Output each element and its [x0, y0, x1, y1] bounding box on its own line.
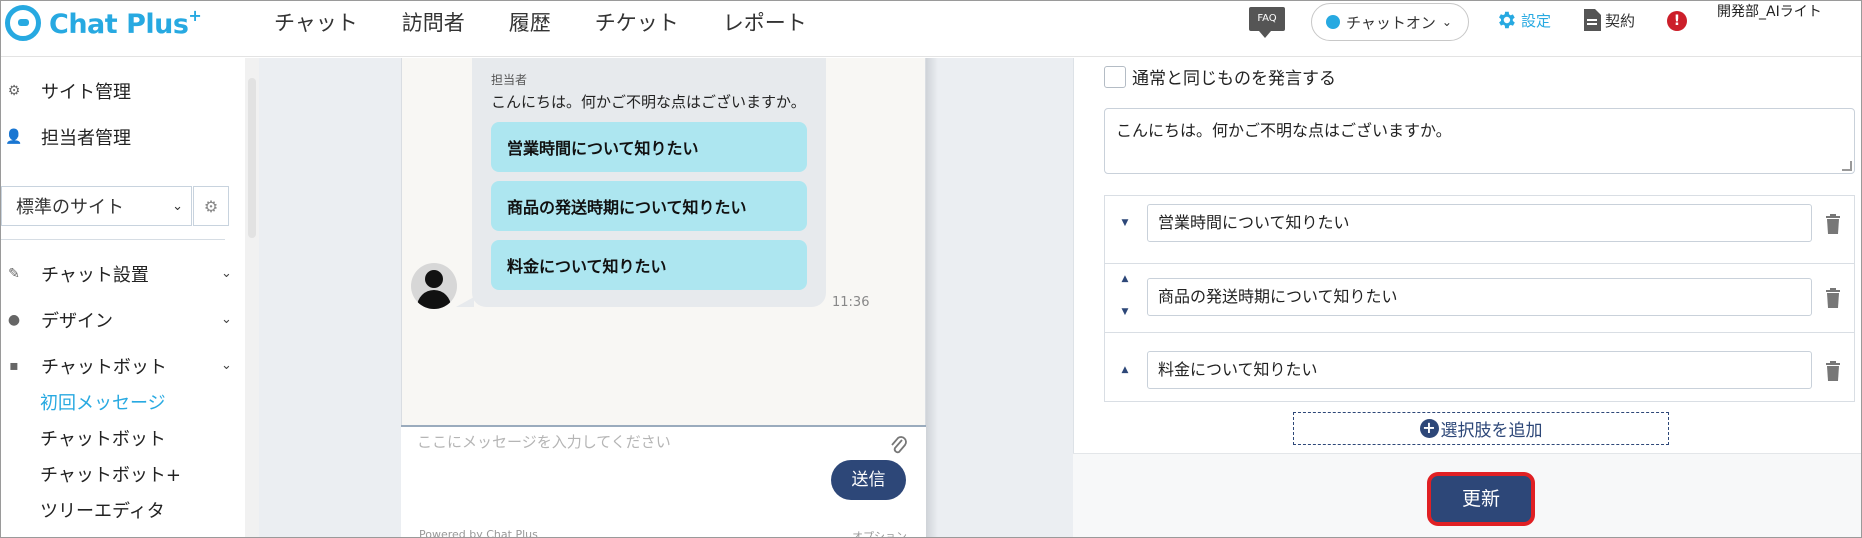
- chevron-down-icon: ⌄: [172, 198, 183, 214]
- resize-handle-icon[interactable]: [1842, 161, 1852, 171]
- sidebar-item-site-management[interactable]: ⚙ サイト管理: [1, 78, 131, 104]
- chevron-down-icon[interactable]: ⌄: [221, 358, 232, 373]
- sidebar-item-label: チャット設置: [41, 265, 149, 286]
- site-select[interactable]: 標準のサイト ⌄: [1, 186, 192, 226]
- nav-item-history[interactable]: 履歴: [509, 7, 551, 37]
- sidebar-subitem-first-message[interactable]: 初回メッセージ: [40, 389, 166, 415]
- first-message-text: こんにちは。何かご不明な点はございますか。: [1116, 121, 1452, 140]
- sidebar-item-label: チャットボット: [41, 357, 167, 378]
- choice-input[interactable]: 料金について知りたい: [1147, 351, 1812, 389]
- preview-shadow: [926, 58, 938, 537]
- powered-by-text: Powered by Chat Plus: [419, 528, 538, 538]
- sidebar-scrollbar[interactable]: [245, 58, 259, 537]
- settings-label: 設定: [1521, 11, 1552, 30]
- first-message-textarea[interactable]: こんにちは。何かご不明な点はございますか。: [1104, 108, 1855, 174]
- tools-icon: ✎: [8, 266, 20, 282]
- preview-choice-button[interactable]: 営業時間について知りたい: [491, 122, 807, 172]
- chat-plus-logo-icon: [5, 5, 41, 41]
- main-nav: チャット 訪問者 履歴 チケット レポート: [274, 7, 807, 37]
- same-as-normal-checkbox[interactable]: [1104, 65, 1126, 88]
- contract-label: 契約: [1605, 11, 1636, 30]
- sidebar-item-staff-management[interactable]: 👤 担当者管理: [1, 124, 131, 150]
- move-down-icon[interactable]: ▼: [1118, 218, 1132, 228]
- chevron-down-icon: ⌄: [1441, 15, 1452, 29]
- chevron-down-icon[interactable]: ⌄: [221, 266, 232, 281]
- sidebar-item-chat-setup[interactable]: ✎ チャット設置: [1, 261, 149, 287]
- trash-icon[interactable]: [1825, 288, 1841, 308]
- nav-item-tickets[interactable]: チケット: [595, 7, 679, 37]
- logo[interactable]: Chat Plus+: [5, 3, 202, 43]
- bubble-tail: [456, 297, 474, 307]
- user-gear-icon: 👤: [5, 129, 23, 145]
- chat-bubbles-icon: ▪: [9, 358, 19, 374]
- document-icon: [1584, 9, 1601, 31]
- status-dot-icon: [1326, 15, 1340, 29]
- nav-item-chat[interactable]: チャット: [274, 7, 358, 37]
- message-sender: 担当者: [491, 73, 528, 87]
- scrollbar-thumb[interactable]: [248, 78, 256, 238]
- trash-icon[interactable]: [1825, 214, 1841, 234]
- message-text: こんにちは。何かご不明な点はございますか。: [491, 93, 806, 111]
- update-button[interactable]: 更新: [1428, 473, 1534, 525]
- choice-input[interactable]: 商品の発送時期について知りたい: [1147, 278, 1812, 316]
- sidebar-subitem-chatbot[interactable]: チャットボット: [40, 425, 166, 451]
- sidebar-subitem-tree-editor[interactable]: ツリーエディタ: [40, 497, 165, 523]
- sidebar-item-chatbot[interactable]: ▪ チャットボット: [1, 353, 167, 379]
- plus-icon: +: [1419, 419, 1439, 438]
- sidebar-item-label: サイト管理: [41, 82, 131, 103]
- options-link[interactable]: オプション: [852, 528, 907, 537]
- settings-link[interactable]: 設定: [1495, 9, 1551, 31]
- trash-icon[interactable]: [1825, 361, 1841, 381]
- agent-avatar: [411, 263, 457, 309]
- choice-input[interactable]: 営業時間について知りたい: [1147, 204, 1812, 242]
- sidebar-item-label: 担当者管理: [41, 128, 131, 149]
- sidebar-subitem-chatbot-plus[interactable]: チャットボット+: [40, 461, 181, 487]
- alert-icon[interactable]: !: [1667, 11, 1687, 31]
- nav-item-visitors[interactable]: 訪問者: [402, 7, 465, 37]
- avatar-head: [425, 270, 443, 288]
- move-down-icon[interactable]: ▼: [1118, 307, 1132, 317]
- chevron-down-icon[interactable]: ⌄: [221, 312, 232, 327]
- palette-icon: ●: [7, 312, 21, 328]
- divider: [1, 239, 225, 240]
- chat-status-label: チャットオン: [1346, 13, 1436, 32]
- send-button[interactable]: 送信: [831, 460, 906, 500]
- add-choice-label: 選択肢を追加: [1440, 421, 1543, 441]
- avatar-body: [417, 290, 451, 309]
- message-input[interactable]: ここにメッセージを入力してください: [417, 431, 671, 452]
- site-settings-gear-icon[interactable]: ⚙: [193, 186, 229, 226]
- sidebar-item-design[interactable]: ● デザイン: [1, 307, 113, 333]
- faq-icon[interactable]: FAQ: [1249, 7, 1285, 38]
- same-as-normal-label: 通常と同じものを発言する: [1132, 69, 1336, 89]
- preview-choice-button[interactable]: 商品の発送時期について知りたい: [491, 181, 807, 231]
- nav-item-reports[interactable]: レポート: [723, 7, 807, 37]
- contract-link[interactable]: 契約: [1583, 9, 1635, 31]
- gears-icon: ⚙: [7, 83, 21, 99]
- app-window: Chat Plus+ チャット 訪問者 履歴 チケット レポート FAQ チャッ…: [0, 0, 1862, 538]
- gear-icon: [1499, 11, 1515, 29]
- add-choice-button[interactable]: + 選択肢を追加: [1293, 412, 1669, 445]
- move-up-icon[interactable]: ▲: [1118, 365, 1132, 375]
- paperclip-icon[interactable]: [890, 435, 908, 457]
- move-up-icon[interactable]: ▲: [1118, 274, 1132, 284]
- message-timestamp: 11:36: [832, 295, 870, 310]
- chat-status-dropdown[interactable]: チャットオン ⌄: [1311, 3, 1469, 41]
- logo-text: Chat Plus+: [49, 6, 202, 40]
- user-menu[interactable]: 開発部_AIライト: [1717, 1, 1857, 23]
- top-navigation-bar: Chat Plus+ チャット 訪問者 履歴 チケット レポート FAQ チャッ…: [1, 1, 1861, 57]
- sidebar: ⚙ サイト管理 👤 担当者管理 標準のサイト ⌄ ⚙ ✎ チャット設置 ⌄ ● …: [1, 58, 246, 537]
- sidebar-item-label: デザイン: [41, 311, 113, 332]
- same-as-normal-option[interactable]: 通常と同じものを発言する: [1104, 64, 1336, 89]
- preview-choice-button[interactable]: 料金について知りたい: [491, 240, 807, 290]
- site-select-value: 標準のサイト: [16, 197, 124, 218]
